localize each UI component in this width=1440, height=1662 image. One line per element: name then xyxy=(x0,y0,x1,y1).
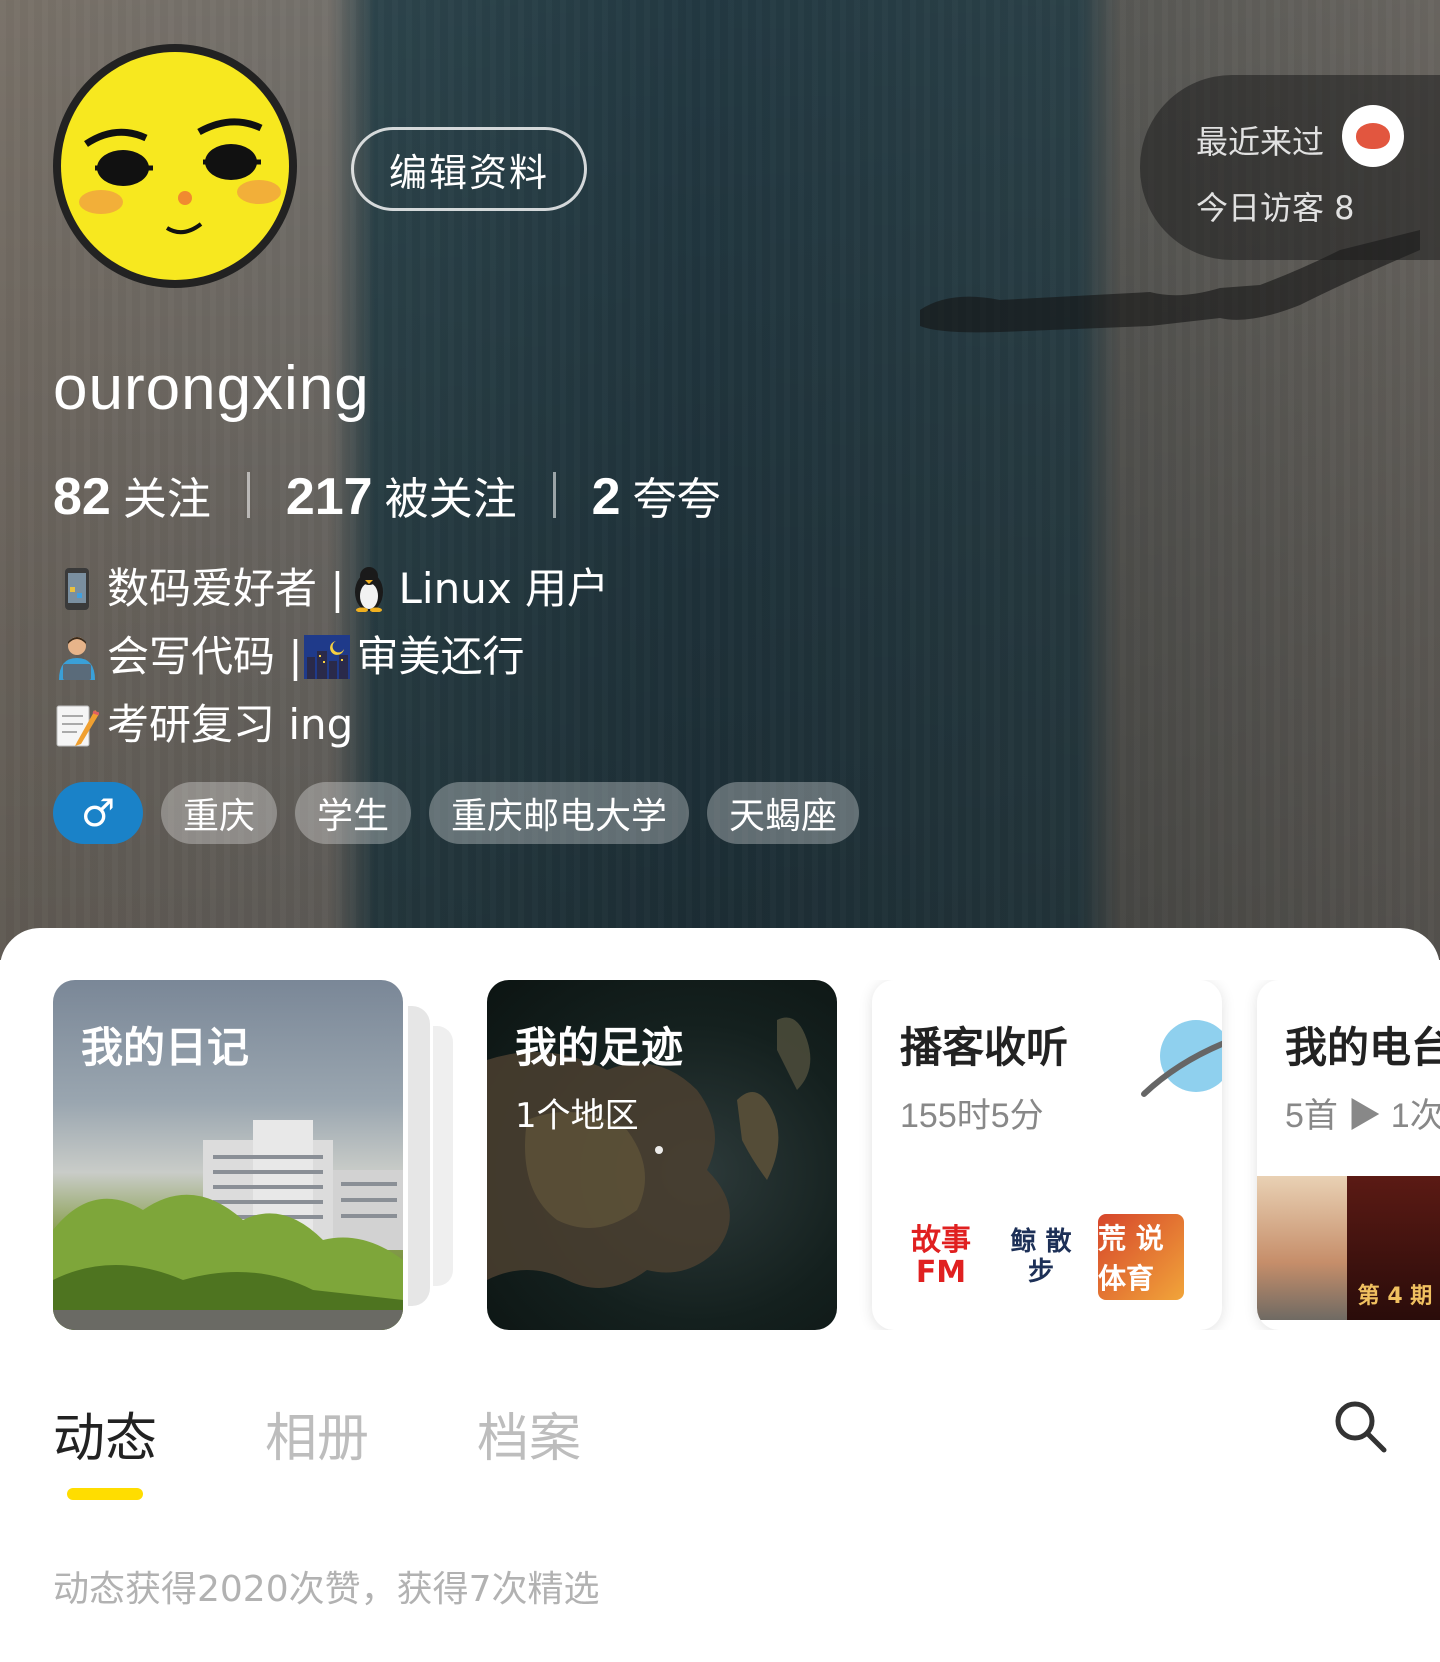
bio-line: 数码爱好者 | Linux 用户 xyxy=(53,555,609,623)
tab-album[interactable]: 相册 xyxy=(265,1396,369,1471)
tab-label: 动态 xyxy=(53,1409,158,1469)
stat-value: 82 xyxy=(53,468,111,526)
podcast-card-title: 播客收听 xyxy=(900,1023,1069,1072)
tab-archive[interactable]: 档案 xyxy=(477,1396,581,1471)
phone-icon xyxy=(53,565,101,613)
stat-following[interactable]: 82 关注 xyxy=(53,463,211,527)
stat-label: 夸夸 xyxy=(632,474,721,525)
diary-card[interactable]: 我的日记 xyxy=(53,980,403,1330)
bio-line: 考研复习 ing xyxy=(53,691,609,759)
bio-text: 数码爱好者 | xyxy=(107,564,345,613)
card-stack-layer xyxy=(433,1026,453,1286)
tag-city[interactable]: 重庆 xyxy=(161,782,278,844)
stats-row: 82 关注 217 被关注 2 夸夸 xyxy=(53,463,721,527)
stat-label: 关注 xyxy=(122,474,211,525)
avatar[interactable] xyxy=(53,44,297,288)
footprint-card-count: 1个地区 xyxy=(515,1096,639,1136)
tab-label: 相册 xyxy=(265,1409,370,1469)
today-visitors-label: 今日访客 8 xyxy=(1196,189,1355,227)
feed-summary: 动态获得2020次赞，获得7次精选 xyxy=(53,1569,600,1610)
divider xyxy=(246,472,250,518)
smug-face-icon xyxy=(79,118,281,235)
bio-text: 审美还行 xyxy=(356,632,525,681)
tag-zodiac[interactable]: 天蝎座 xyxy=(707,782,860,844)
stat-praise[interactable]: 2 夸夸 xyxy=(592,463,721,527)
tag-identity[interactable]: 学生 xyxy=(295,782,412,844)
podcast-logo[interactable]: 鲸 散步 xyxy=(998,1214,1084,1300)
feature-cards: 我的日记 我的足迹 1个地区 播客收听 155时5分 故事 FM 鲸 散步 荒 … xyxy=(53,980,1440,1330)
search-icon[interactable] xyxy=(1330,1396,1390,1456)
radio-cover: 第 4 期 xyxy=(1347,1176,1440,1320)
tab-feed[interactable]: 动态 xyxy=(53,1396,158,1500)
bio-text: 考研复习 ing xyxy=(107,700,354,749)
planet-icon xyxy=(1141,1020,1222,1097)
tab-bar: 动态 相册 档案 xyxy=(53,1396,581,1500)
profile-tags: ♂ 重庆 学生 重庆邮电大学 天蝎座 xyxy=(53,782,860,844)
diary-card-title: 我的日记 xyxy=(81,1023,250,1072)
podcast-listen-time: 155时5分 xyxy=(900,1097,1044,1135)
radio-card-title: 我的电台 xyxy=(1285,1023,1440,1072)
stat-followers[interactable]: 217 被关注 xyxy=(286,463,517,527)
avatar-face xyxy=(61,52,289,280)
footprint-card[interactable]: 我的足迹 1个地区 xyxy=(487,980,837,1330)
card-stack-layer xyxy=(408,1006,430,1306)
visitor-panel[interactable]: 最近来过 今日访客 8 xyxy=(1140,75,1440,260)
bio-text: 会写代码 | xyxy=(107,632,303,681)
radio-card[interactable]: 我的电台 5首 ▶ 1次 第 4 期 xyxy=(1257,980,1440,1330)
night-city-icon xyxy=(303,633,351,681)
visitor-avatar xyxy=(1342,105,1404,167)
edit-profile-button[interactable]: 编辑资料 xyxy=(351,127,587,211)
stat-value: 217 xyxy=(285,468,373,526)
bio: 数码爱好者 | Linux 用户 会写代码 | 审美还行 考研复习 ing xyxy=(53,555,609,759)
podcast-logo[interactable]: 荒 说 体育 xyxy=(1098,1214,1184,1300)
divider xyxy=(552,472,556,518)
stat-label: 被关注 xyxy=(384,474,517,525)
footprint-card-title: 我的足迹 xyxy=(515,1023,684,1072)
podcast-logo[interactable]: 故事 FM xyxy=(898,1214,984,1300)
gender-male-tag[interactable]: ♂ xyxy=(53,782,143,844)
podcast-card[interactable]: 播客收听 155时5分 故事 FM 鲸 散步 荒 说 体育 xyxy=(872,980,1222,1330)
username: ourongxing xyxy=(53,354,370,423)
radio-card-stats: 5首 ▶ 1次 xyxy=(1285,1097,1440,1135)
memo-icon xyxy=(53,701,101,749)
willow-trees xyxy=(53,1194,403,1330)
tag-school[interactable]: 重庆邮电大学 xyxy=(429,782,690,844)
bio-text: Linux 用户 xyxy=(398,564,610,613)
profile-content: 我的日记 我的足迹 1个地区 播客收听 155时5分 故事 FM 鲸 散步 荒 … xyxy=(0,928,1440,1662)
tab-label: 档案 xyxy=(477,1409,582,1469)
stat-value: 2 xyxy=(591,468,621,526)
bio-line: 会写代码 | 审美还行 xyxy=(53,623,609,691)
recent-visitors-label: 最近来过 xyxy=(1196,123,1325,161)
podcast-logos: 故事 FM 鲸 散步 荒 说 体育 xyxy=(898,1214,1184,1300)
penguin-icon xyxy=(345,565,393,613)
radio-cover xyxy=(1257,1176,1347,1320)
active-tab-indicator xyxy=(67,1488,143,1500)
coder-icon xyxy=(53,633,101,681)
profile-header: 编辑资料 最近来过 今日访客 8 ourongxing 82 关注 217 被关… xyxy=(0,0,1440,960)
